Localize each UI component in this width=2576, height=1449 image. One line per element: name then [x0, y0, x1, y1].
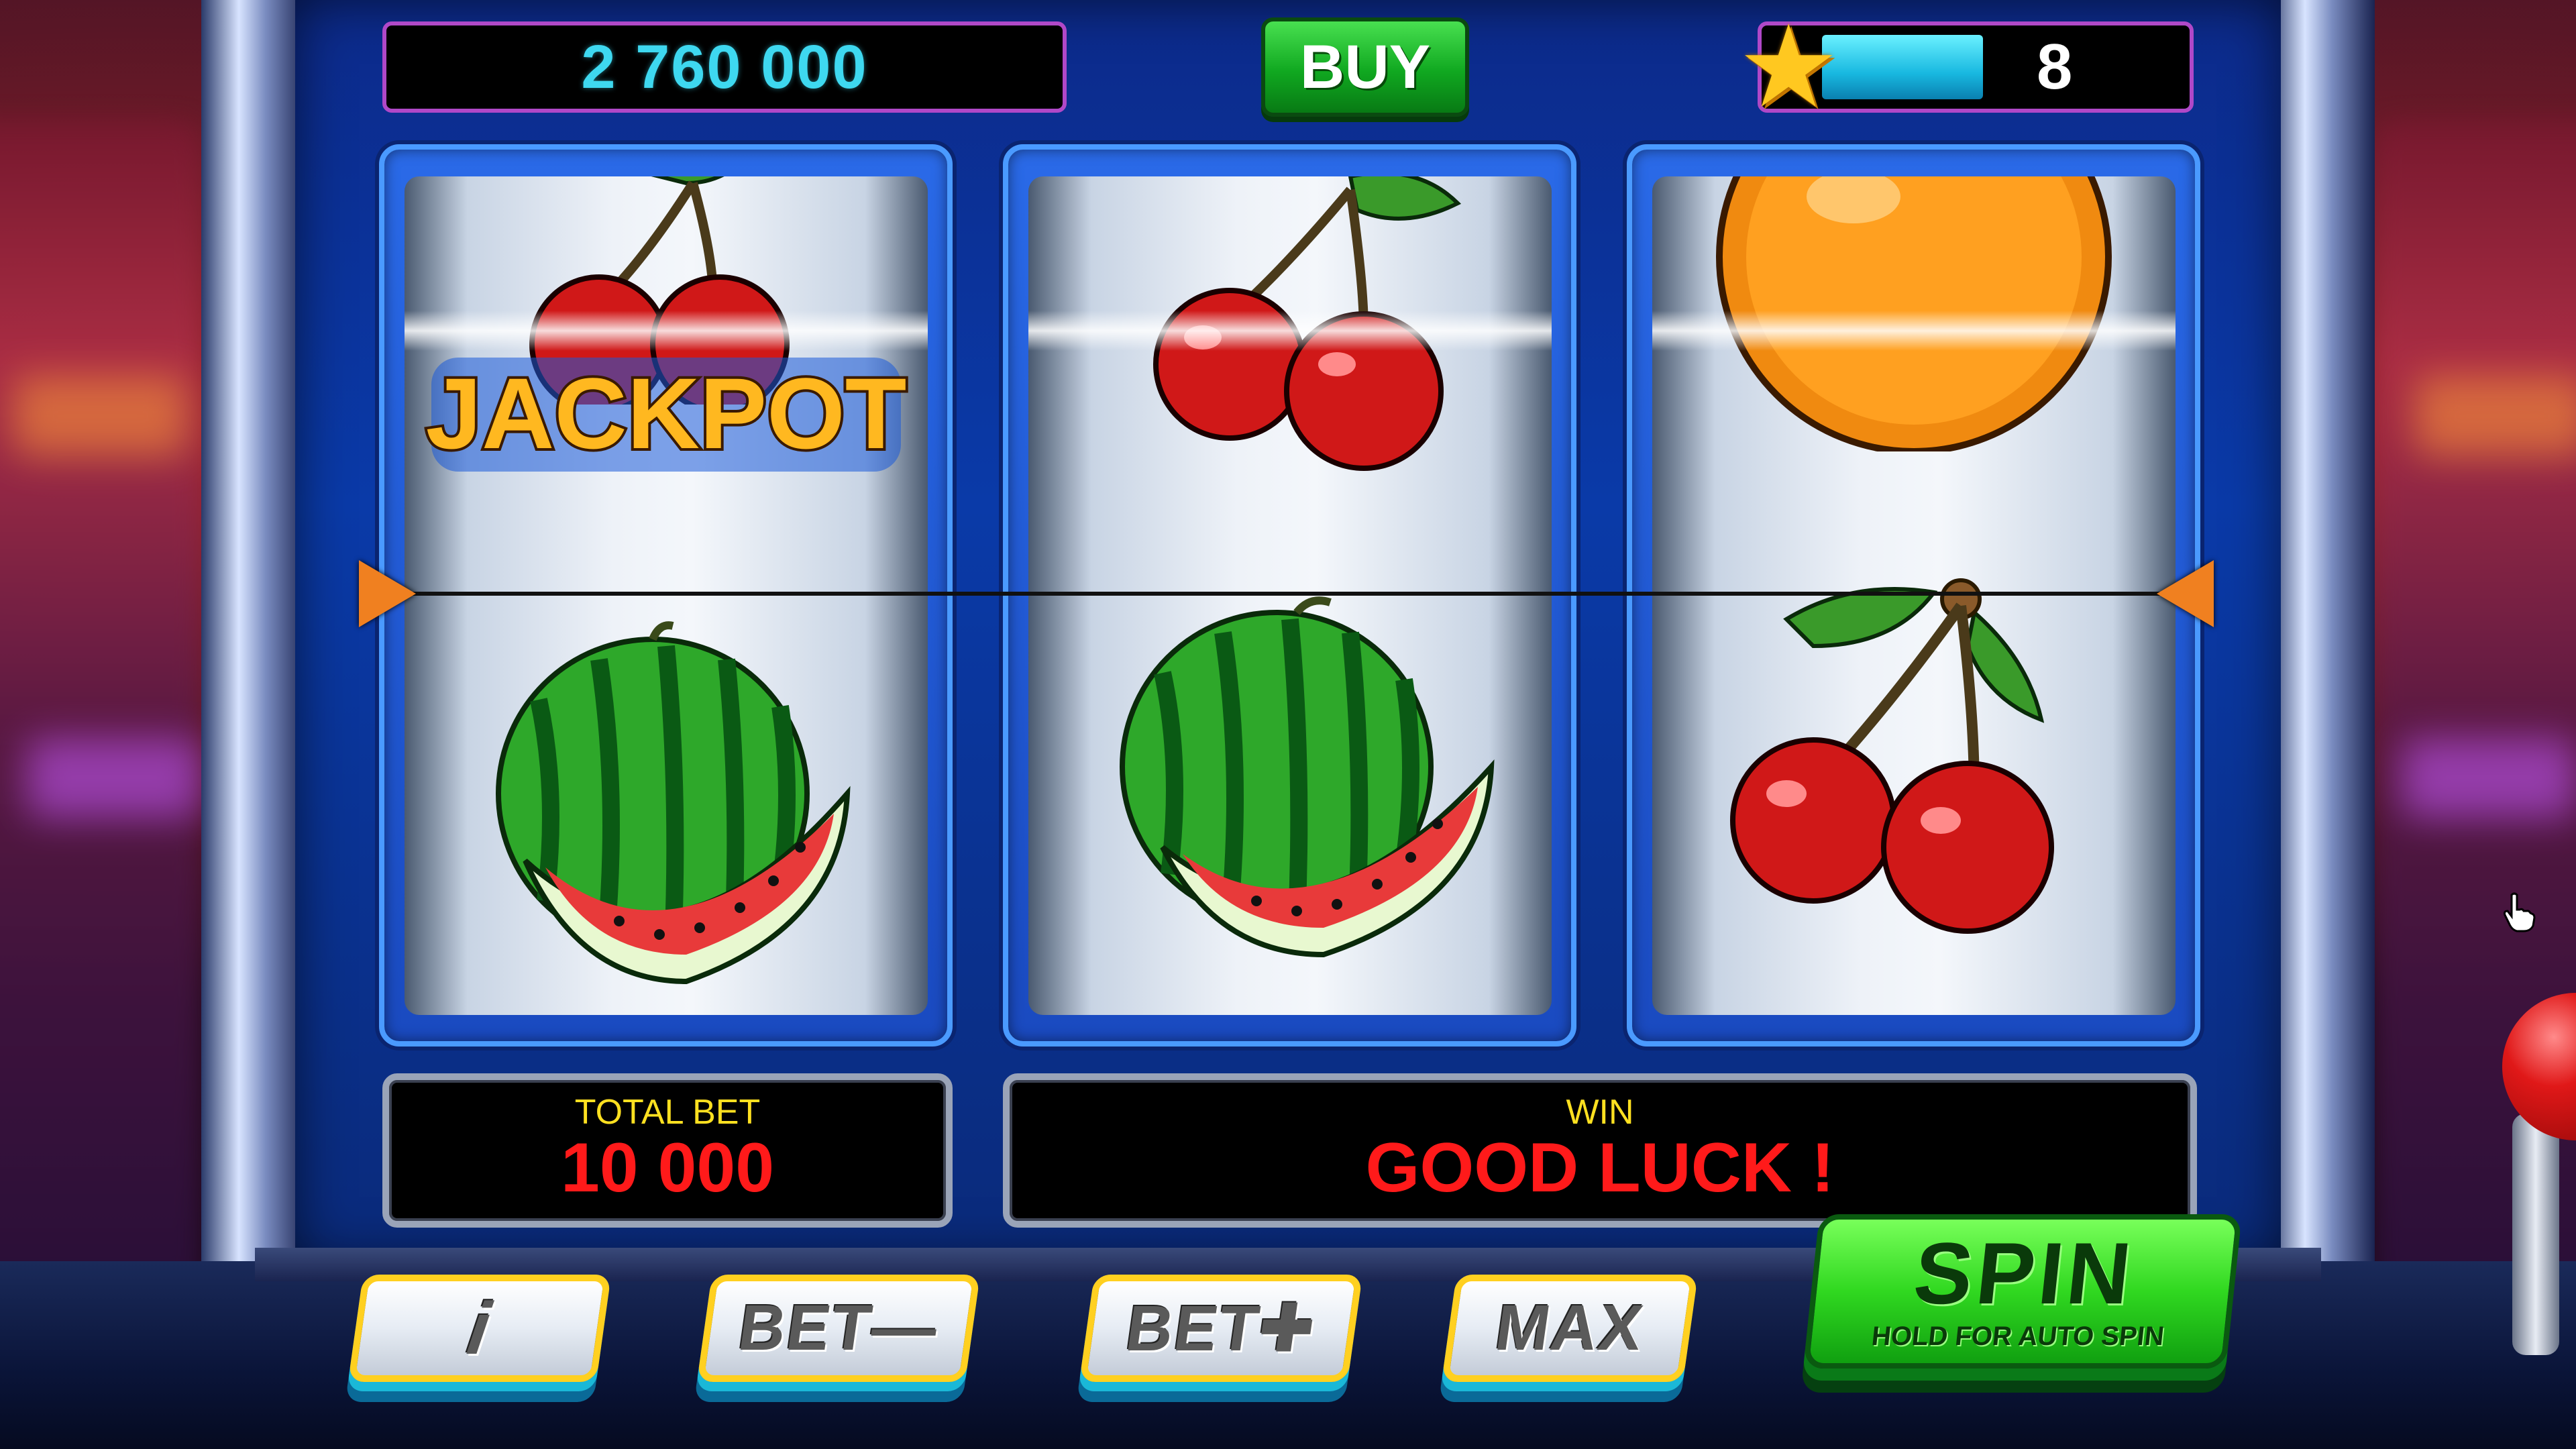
total-bet-label: TOTAL BET — [574, 1093, 761, 1132]
background-glow — [13, 376, 188, 456]
reel-3 — [1652, 176, 2176, 1015]
jackpot-symbol: JACKPOT — [423, 354, 910, 472]
cherry-symbol — [1730, 578, 2054, 934]
watermelon-symbol — [1120, 596, 1495, 958]
background-glow — [2402, 738, 2576, 818]
info-button-label: i — [463, 1287, 496, 1370]
slot-machine-scene: 2 760 000 BUY 8 ★ JACKPOT TOTAL BET 10 0… — [0, 0, 2576, 1449]
spin-button[interactable]: SPIN HOLD FOR AUTO SPIN — [1803, 1214, 2243, 1368]
background-glow — [2415, 376, 2576, 456]
payline-arrow-left-icon — [359, 560, 416, 627]
reel-2 — [1028, 176, 1552, 1015]
spin-button-label: SPIN — [1909, 1224, 2140, 1322]
reel-shine — [405, 311, 928, 351]
watermelon-symbol — [496, 621, 851, 985]
win-label: WIN — [1566, 1093, 1634, 1132]
hand-cursor-icon — [2504, 892, 2536, 932]
bet-minus-button[interactable]: BET— — [696, 1275, 981, 1382]
jackpot-text: JACKPOT — [426, 357, 907, 470]
total-bet-value: 10 000 — [560, 1129, 775, 1207]
balance-value: 2 760 000 — [581, 32, 868, 101]
star-icon: ★ — [1737, 3, 1840, 131]
spin-button-sublabel: HOLD FOR AUTO SPIN — [1870, 1322, 2166, 1351]
bet-minus-button-label: BET— — [734, 1292, 943, 1364]
reel-shine — [1652, 311, 2176, 351]
reel-1: JACKPOT — [405, 176, 928, 1015]
background-machine-left — [0, 121, 201, 1328]
buy-button[interactable]: BUY — [1261, 17, 1469, 117]
bet-plus-button-label: BET✚ — [1122, 1293, 1320, 1364]
total-bet-panel: TOTAL BET 10 000 — [382, 1073, 953, 1228]
lever-rod[interactable] — [2512, 1114, 2559, 1355]
max-bet-button[interactable]: MAX — [1441, 1275, 1699, 1382]
win-panel: WIN GOOD LUCK ! — [1003, 1073, 2197, 1228]
background-glow — [27, 738, 201, 818]
buy-button-label: BUY — [1299, 32, 1431, 101]
info-button[interactable]: i — [347, 1275, 612, 1382]
payline — [389, 592, 2200, 596]
bet-plus-button[interactable]: BET✚ — [1079, 1275, 1363, 1382]
win-value: GOOD LUCK ! — [1365, 1129, 1835, 1207]
max-bet-button-label: MAX — [1491, 1292, 1649, 1364]
level-progress-bar — [1822, 35, 1983, 99]
cabinet-side-right — [2267, 0, 2375, 1449]
balance-display: 2 760 000 — [382, 21, 1067, 113]
reel-shine — [1028, 311, 1552, 351]
level-value: 8 — [2037, 31, 2073, 103]
cabinet-side-left — [201, 0, 309, 1449]
payline-arrow-right-icon — [2157, 560, 2214, 627]
